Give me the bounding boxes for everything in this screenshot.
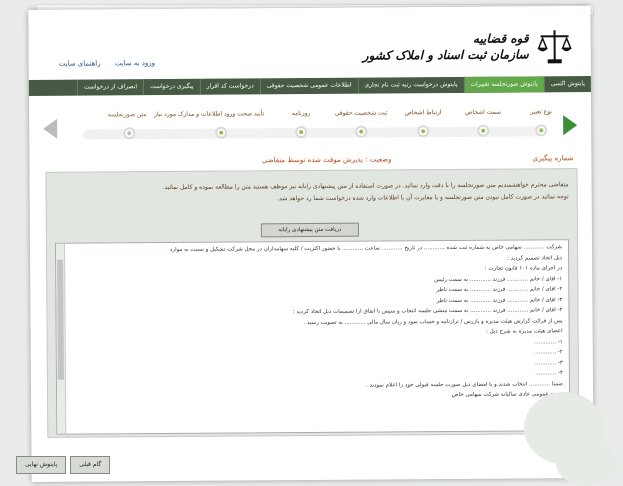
page-sheet: قوه قضاییه سازمان ثبت اسناد و املاک کشور… — [28, 6, 594, 482]
org-title-line1: قوه قضاییه — [472, 31, 529, 46]
steps-track — [83, 126, 542, 140]
scrollbar-thumb[interactable] — [57, 259, 64, 380]
step-dot[interactable] — [417, 125, 430, 138]
top-links: ورود به سایت راهنمای سایت — [47, 59, 155, 68]
step-dot[interactable] — [355, 125, 368, 138]
login-link[interactable]: ورود به سایت — [115, 59, 155, 67]
step-label-persons-role[interactable]: سمت اشخاص — [465, 109, 501, 116]
nav-item-track-request[interactable]: پیگیری درخواست — [143, 78, 200, 96]
help-link[interactable]: راهنمای سایت — [59, 59, 101, 67]
download-suggested-text-button[interactable]: دریافت متن پیشنهادی رایانه — [260, 222, 359, 238]
next-step-arrow-icon[interactable] — [563, 115, 578, 136]
nav-item-confession-code[interactable]: درخواست کد اقرار — [199, 78, 260, 95]
notice-text: متقاضی محترم خواهشمندیم متن صورتجلسه را … — [59, 179, 569, 207]
site-logo[interactable]: قوه قضاییه سازمان ثبت اسناد و املاک کشور — [363, 26, 575, 67]
step-label-legal-entity[interactable]: ثبت شخصیت حقوقی — [335, 109, 388, 116]
org-title-line2: سازمان ثبت اسناد و املاک کشور — [362, 47, 529, 63]
nav-item-cancel-request[interactable]: انصراف از درخواست — [76, 79, 144, 96]
doc-line: مجمع عمومی عادی سالیانه شرکت سهامی خاص — [451, 391, 564, 399]
status-text: وضعیت : پذیرش موقت شده توسط متقاضی — [261, 155, 392, 165]
notice-line-2: توجه نمائید در صورت کامل نبودن متن صورتج… — [277, 193, 569, 203]
site-header: قوه قضاییه سازمان ثبت اسناد و املاک کشور… — [28, 6, 591, 80]
content-panel: متقاضی محترم خواهشمندیم متن صورتجلسه را … — [45, 168, 580, 438]
step-label-change-type[interactable]: نوع تغییر — [530, 108, 552, 115]
judiciary-emblem-icon — [537, 30, 572, 64]
step-dot[interactable] — [295, 126, 308, 139]
nav-item-1[interactable]: پایتوش اکسی — [543, 76, 591, 93]
overlay-blob — [556, 440, 616, 486]
main-nav: پایتوش اکسی پایتوش صورتجلسه تغییرات پایت… — [28, 76, 591, 96]
step-dot-current[interactable] — [123, 127, 136, 140]
minutes-text: شرکت ............ سهامی خاص به شماره ثبت… — [70, 244, 563, 405]
previous-step-button[interactable]: گام قبلی — [70, 456, 111, 474]
footer-buttons: پایتوش نهایی گام قبلی — [16, 456, 111, 474]
step-dot[interactable] — [477, 124, 490, 137]
step-label-minutes-text[interactable]: متن صورتجلسه — [108, 111, 147, 118]
step-label-newspaper[interactable]: روزنامه — [292, 110, 311, 117]
step-dot[interactable] — [535, 124, 548, 137]
nav-item-trade-name[interactable]: پایتوش درخواست رتبه ثبت نام تجاری — [357, 76, 464, 94]
nav-item-legal-entity-info[interactable]: اطلاعات عمومی شخصیت حقوقی — [259, 77, 358, 95]
tracking-number-label: شماره پیگیری — [532, 154, 574, 163]
prev-step-arrow-icon[interactable] — [43, 118, 58, 139]
final-submit-button[interactable]: پایتوش نهایی — [16, 456, 67, 474]
org-title: قوه قضاییه سازمان ثبت اسناد و املاک کشور — [363, 30, 529, 63]
nav-item-changes-minutes[interactable]: پایتوش صورتجلسه تغییرات — [463, 76, 544, 93]
step-label-persons-relation[interactable]: ارتباط اشخاص — [405, 109, 442, 116]
wizard-steps: نوع تغییر سمت اشخاص ارتباط اشخاص ثبت شخص… — [43, 100, 578, 150]
step-label-confirm-data[interactable]: تأیید صحت ورود اطلاعات و مدارک مورد نیاز — [154, 110, 264, 118]
minutes-textarea[interactable]: شرکت ............ سهامی خاص به شماره ثبت… — [54, 239, 571, 435]
textarea-scrollbar[interactable] — [55, 243, 67, 434]
step-dot[interactable] — [215, 126, 228, 139]
